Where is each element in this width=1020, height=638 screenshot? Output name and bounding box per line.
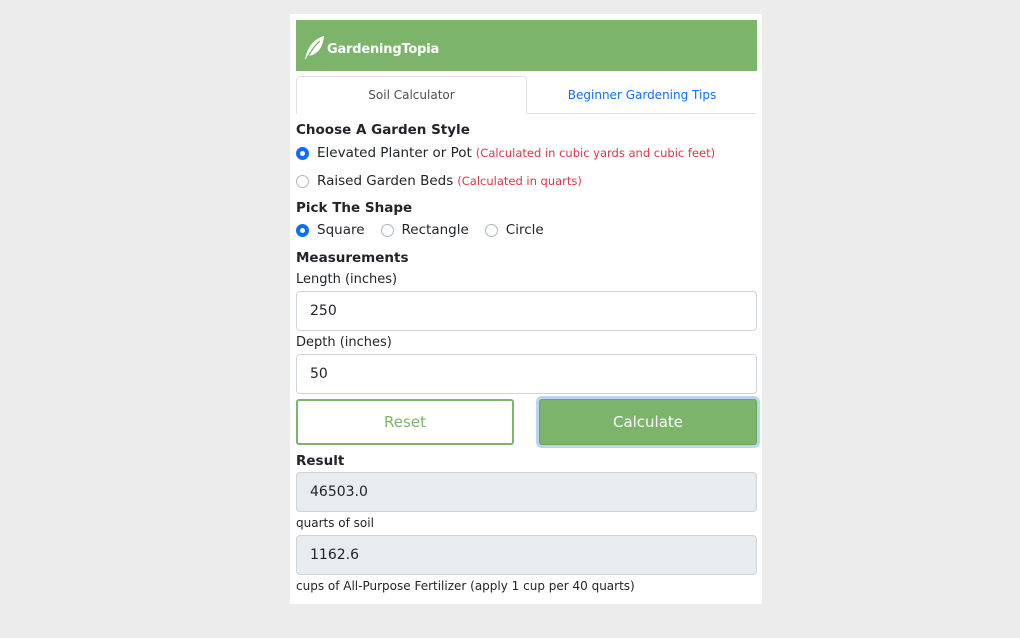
raised-beds-label: Raised Garden Beds [317,173,454,189]
fertilizer-result-field[interactable]: 1162.6 [296,535,757,575]
raised-beds-note: (Calculated in quarts) [457,174,582,188]
brand-header: GardeningTopia [296,20,757,71]
shape-option-circle[interactable]: Circle [484,222,544,238]
shape-heading: Pick The Shape [296,200,413,216]
tab-bar: Soil Calculator Beginner Gardening Tips [296,76,757,114]
shape-options: Square Rectangle Circle [296,222,560,238]
garden-style-option-raised[interactable]: Raised Garden Beds (Calculated in quarts… [296,173,582,189]
brand-name: GardeningTopia [327,42,440,57]
measurements-heading: Measurements [296,250,409,266]
depth-label: Depth (inches) [296,335,392,350]
calculate-button[interactable]: Calculate [539,399,757,445]
reset-button[interactable]: Reset [296,399,514,445]
square-label: Square [317,222,365,238]
shape-option-rectangle[interactable]: Rectangle [380,222,469,238]
leaf-icon [305,35,324,60]
elevated-planter-note: (Calculated in cubic yards and cubic fee… [475,146,716,160]
shape-option-square[interactable]: Square [296,222,365,238]
rectangle-label: Rectangle [401,222,469,238]
garden-style-heading: Choose A Garden Style [296,122,470,138]
elevated-planter-label: Elevated Planter or Pot [317,145,472,161]
radio-circle[interactable] [484,223,498,237]
tab-beginner-gardening-tips[interactable]: Beginner Gardening Tips [527,76,757,114]
soil-result-caption: quarts of soil [296,516,374,530]
radio-elevated-planter[interactable] [296,146,309,160]
soil-calculator-panel: GardeningTopia Soil Calculator Beginner … [290,14,762,604]
fertilizer-result-caption: cups of All-Purpose Fertilizer (apply 1 … [296,579,635,593]
radio-square[interactable] [296,223,309,237]
circle-label: Circle [505,222,544,238]
garden-style-option-elevated[interactable]: Elevated Planter or Pot (Calculated in c… [296,145,715,161]
length-label: Length (inches) [296,272,398,287]
depth-input[interactable]: 50 [296,354,757,394]
radio-rectangle[interactable] [380,223,394,237]
length-input[interactable]: 250 [296,291,757,331]
result-heading: Result [296,453,345,469]
radio-raised-garden-beds[interactable] [296,174,309,188]
tab-soil-calculator[interactable]: Soil Calculator [296,76,527,114]
soil-result-field[interactable]: 46503.0 [296,472,757,512]
